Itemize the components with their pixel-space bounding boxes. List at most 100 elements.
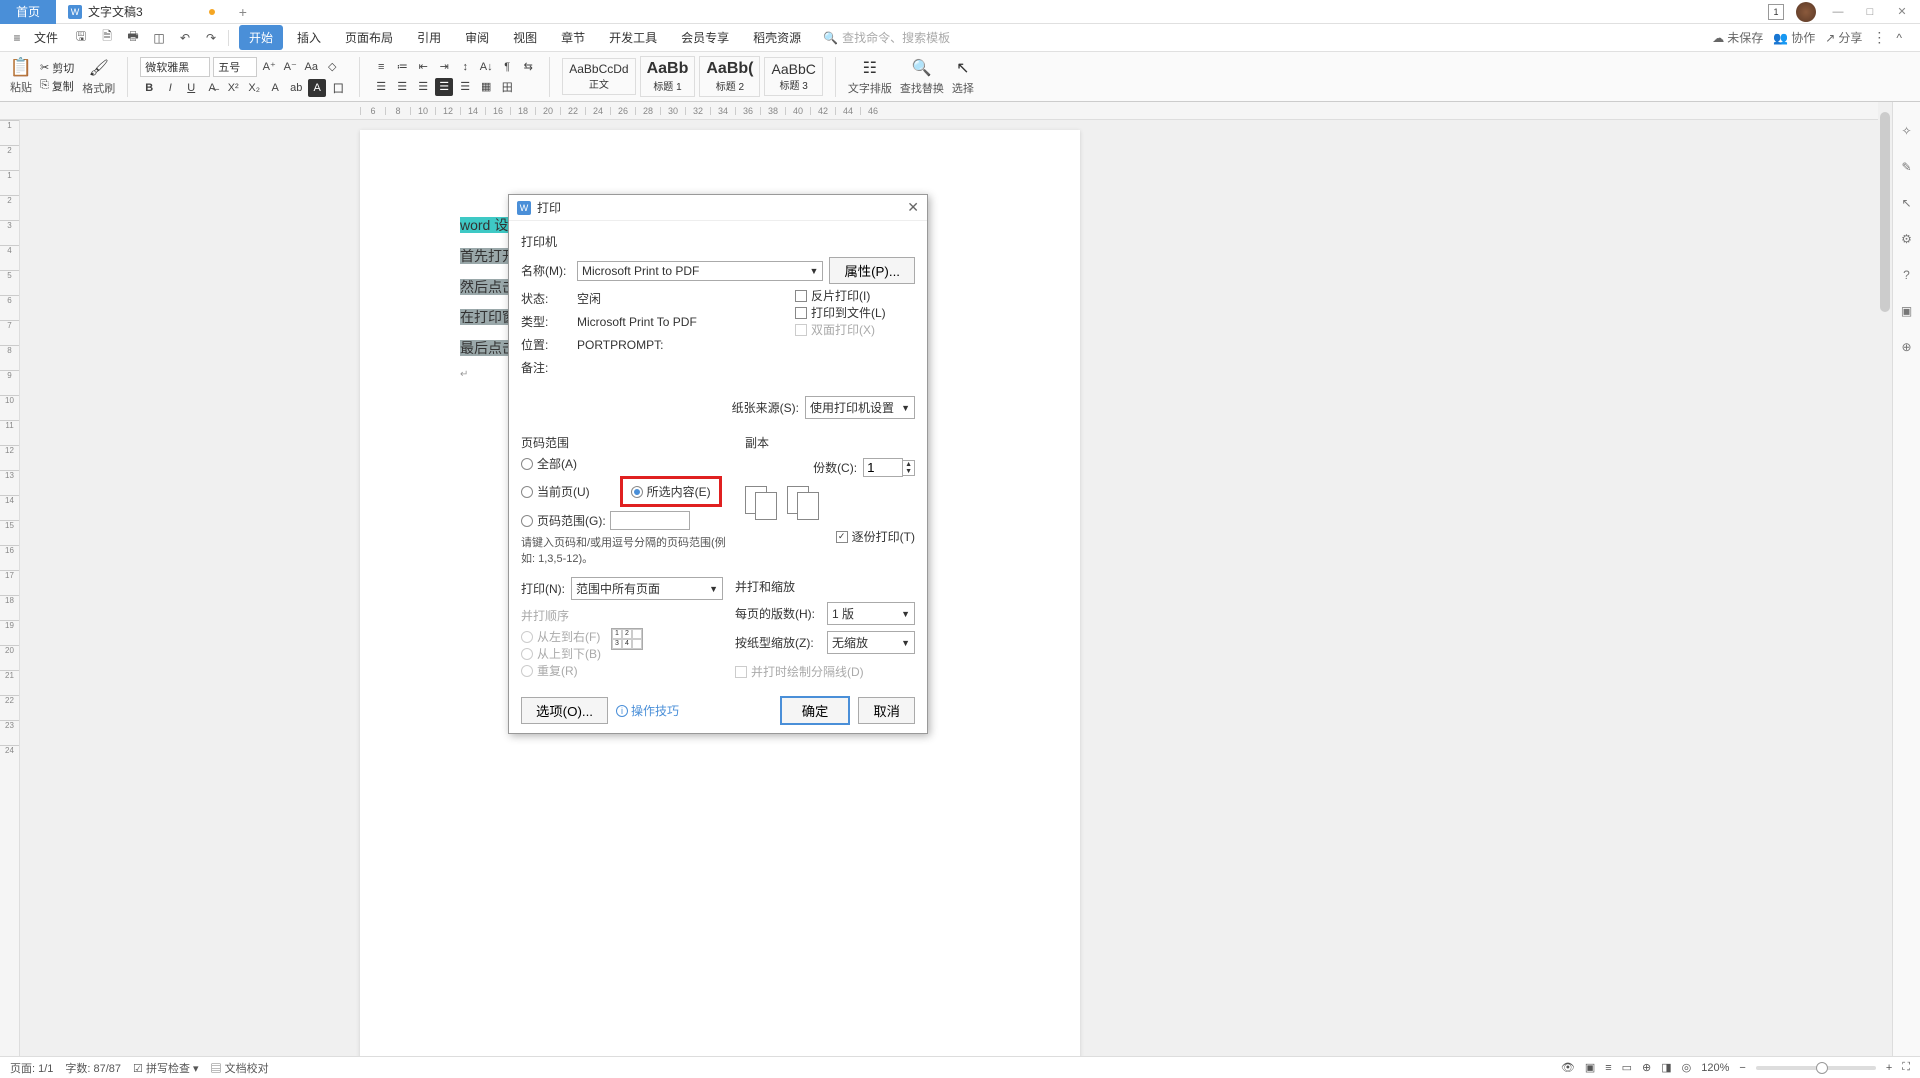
tab-resource[interactable]: 稻壳资源 (743, 25, 811, 50)
maximize-button[interactable]: □ (1860, 2, 1880, 22)
vertical-scrollbar[interactable] (1878, 102, 1892, 1056)
bullets-icon[interactable]: ≡ (372, 58, 390, 76)
shading-icon[interactable]: A (308, 79, 326, 97)
tab-start[interactable]: 开始 (239, 25, 283, 50)
char-border-icon[interactable]: 囗 (329, 79, 347, 97)
font-name-select[interactable]: 微软雅黑 (140, 57, 210, 77)
word-count[interactable]: 字数: 87/87 (65, 1060, 121, 1076)
reverse-print-checkbox[interactable]: 反片打印(I) (795, 287, 915, 304)
zoom-out-button[interactable]: − (1739, 1062, 1745, 1074)
sidebar-pen-icon[interactable]: ✎ (1898, 158, 1916, 176)
style-h3[interactable]: AaBbC标题 3 (764, 57, 822, 96)
save-icon[interactable]: 🖫 (72, 29, 90, 47)
sidebar-ai-icon[interactable]: ✧ (1898, 122, 1916, 140)
tab-references[interactable]: 引用 (407, 25, 451, 50)
menu-icon[interactable]: ≡ (8, 29, 26, 47)
align-left-icon[interactable]: ☰ (372, 78, 390, 96)
style-h1[interactable]: AaBb标题 1 (640, 56, 696, 97)
copies-input[interactable] (863, 458, 903, 477)
sort-icon[interactable]: A↓ (477, 58, 495, 76)
ok-button[interactable]: 确定 (780, 696, 851, 725)
zoom-thumb[interactable] (1816, 1062, 1828, 1074)
scrollbar-thumb[interactable] (1880, 112, 1890, 312)
dialog-titlebar[interactable]: W 打印 ✕ (509, 195, 927, 221)
format-brush-group[interactable]: 🖌 格式刷 (82, 58, 115, 96)
spellcheck-toggle[interactable]: ☑ 拼写检查 ▾ (133, 1060, 199, 1076)
document-tab[interactable]: W 文字文稿3 (56, 0, 227, 24)
numbering-icon[interactable]: ≔ (393, 58, 411, 76)
collapse-ribbon-icon[interactable]: ^ (1896, 31, 1902, 45)
tab-icon[interactable]: ⇆ (519, 58, 537, 76)
italic-icon[interactable]: I (161, 79, 179, 97)
range-all-radio[interactable]: 全部(A) (521, 455, 577, 472)
decrease-font-icon[interactable]: A⁻ (281, 58, 299, 76)
clear-format-icon[interactable]: ◇ (323, 58, 341, 76)
show-marks-icon[interactable]: ¶ (498, 58, 516, 76)
collab-link[interactable]: 👥协作 (1773, 29, 1815, 46)
increase-font-icon[interactable]: A⁺ (260, 58, 278, 76)
pages-per-sheet-select[interactable]: 1 版▼ (827, 602, 915, 625)
tab-page-layout[interactable]: 页面布局 (335, 25, 403, 50)
spin-down-icon[interactable]: ▼ (903, 468, 914, 475)
zoom-in-button[interactable]: + (1886, 1062, 1892, 1074)
page-indicator[interactable]: 页面: 1/1 (10, 1060, 53, 1076)
underline-icon[interactable]: U (182, 79, 200, 97)
file-menu[interactable]: 文件 (30, 29, 62, 46)
view-page-icon[interactable]: ▣ (1585, 1061, 1595, 1074)
dialog-close-button[interactable]: ✕ (907, 199, 919, 216)
copies-spinner[interactable]: ▲▼ (863, 458, 915, 477)
style-h2[interactable]: AaBb(标题 2 (699, 56, 760, 97)
indent-dec-icon[interactable]: ⇤ (414, 58, 432, 76)
tab-member[interactable]: 会员专享 (671, 25, 739, 50)
scale-to-select[interactable]: 无缩放▼ (827, 631, 915, 654)
vertical-ruler[interactable]: 1212345678910111213141516171819202122232… (0, 120, 20, 1056)
subscript-icon[interactable]: X₂ (245, 79, 263, 97)
borders-icon[interactable]: 田 (498, 78, 516, 96)
change-case-icon[interactable]: Aa (302, 58, 320, 76)
view-reading-icon[interactable]: ▭ (1622, 1061, 1632, 1074)
para-shading-icon[interactable]: ▦ (477, 78, 495, 96)
print-preview-icon[interactable]: ◫ (150, 29, 168, 47)
more-icon[interactable]: ⋮ (1872, 29, 1886, 46)
tab-insert[interactable]: 插入 (287, 25, 331, 50)
view-outline-icon[interactable]: ≡ (1605, 1062, 1611, 1074)
zoom-reset-icon[interactable]: ◎ (1682, 1061, 1692, 1074)
new-tab-button[interactable]: + (227, 4, 259, 20)
view-split-icon[interactable]: ◨ (1661, 1061, 1671, 1074)
minimize-button[interactable]: — (1828, 2, 1848, 22)
print-icon[interactable]: 🖶 (124, 29, 142, 47)
page-range-input[interactable] (610, 511, 690, 530)
search-box[interactable]: 🔍 查找命令、搜索模板 (823, 29, 950, 46)
styles-gallery[interactable]: AaBbCcDd正文 AaBb标题 1 AaBb(标题 2 AaBbC标题 3 (562, 56, 823, 97)
undo-icon[interactable]: ↶ (176, 29, 194, 47)
proofread-toggle[interactable]: ▤ 文档校对 (211, 1060, 269, 1076)
tab-developer[interactable]: 开发工具 (599, 25, 667, 50)
align-right-icon[interactable]: ☰ (414, 78, 432, 96)
close-button[interactable]: ✕ (1892, 2, 1912, 22)
sidebar-help-icon[interactable]: ? (1898, 266, 1916, 284)
options-button[interactable]: 选项(O)... (521, 697, 608, 724)
superscript-icon[interactable]: X² (224, 79, 242, 97)
tab-sections[interactable]: 章节 (551, 25, 595, 50)
align-center-icon[interactable]: ☰ (393, 78, 411, 96)
horizontal-ruler[interactable]: 6810121416182022242628303234363840424446 (0, 102, 1920, 120)
tab-view[interactable]: 视图 (503, 25, 547, 50)
user-avatar[interactable] (1796, 2, 1816, 22)
tab-review[interactable]: 审阅 (455, 25, 499, 50)
redo-icon[interactable]: ↷ (202, 29, 220, 47)
view-web-icon[interactable]: ⊕ (1642, 1061, 1651, 1074)
find-replace-button[interactable]: 🔍 查找替换 (900, 58, 944, 96)
text-layout-button[interactable]: ☷ 文字排版 (848, 58, 892, 96)
select-button[interactable]: ↖ 选择 (952, 58, 974, 96)
font-color-icon[interactable]: A (266, 79, 284, 97)
sidebar-select-icon[interactable]: ↖ (1898, 194, 1916, 212)
fullscreen-icon[interactable]: ⛶ (1902, 1061, 1910, 1074)
zoom-value[interactable]: 120% (1701, 1062, 1729, 1074)
zoom-slider[interactable] (1756, 1066, 1876, 1070)
window-mode-icon[interactable]: 1 (1768, 4, 1784, 20)
unsaved-link[interactable]: ☁未保存 (1712, 29, 1763, 46)
sidebar-settings-icon[interactable]: ⚙ (1898, 230, 1916, 248)
paper-source-select[interactable]: 使用打印机设置▼ (805, 396, 915, 419)
print-to-file-checkbox[interactable]: 打印到文件(L) (795, 304, 915, 321)
style-body[interactable]: AaBbCcDd正文 (562, 58, 635, 95)
